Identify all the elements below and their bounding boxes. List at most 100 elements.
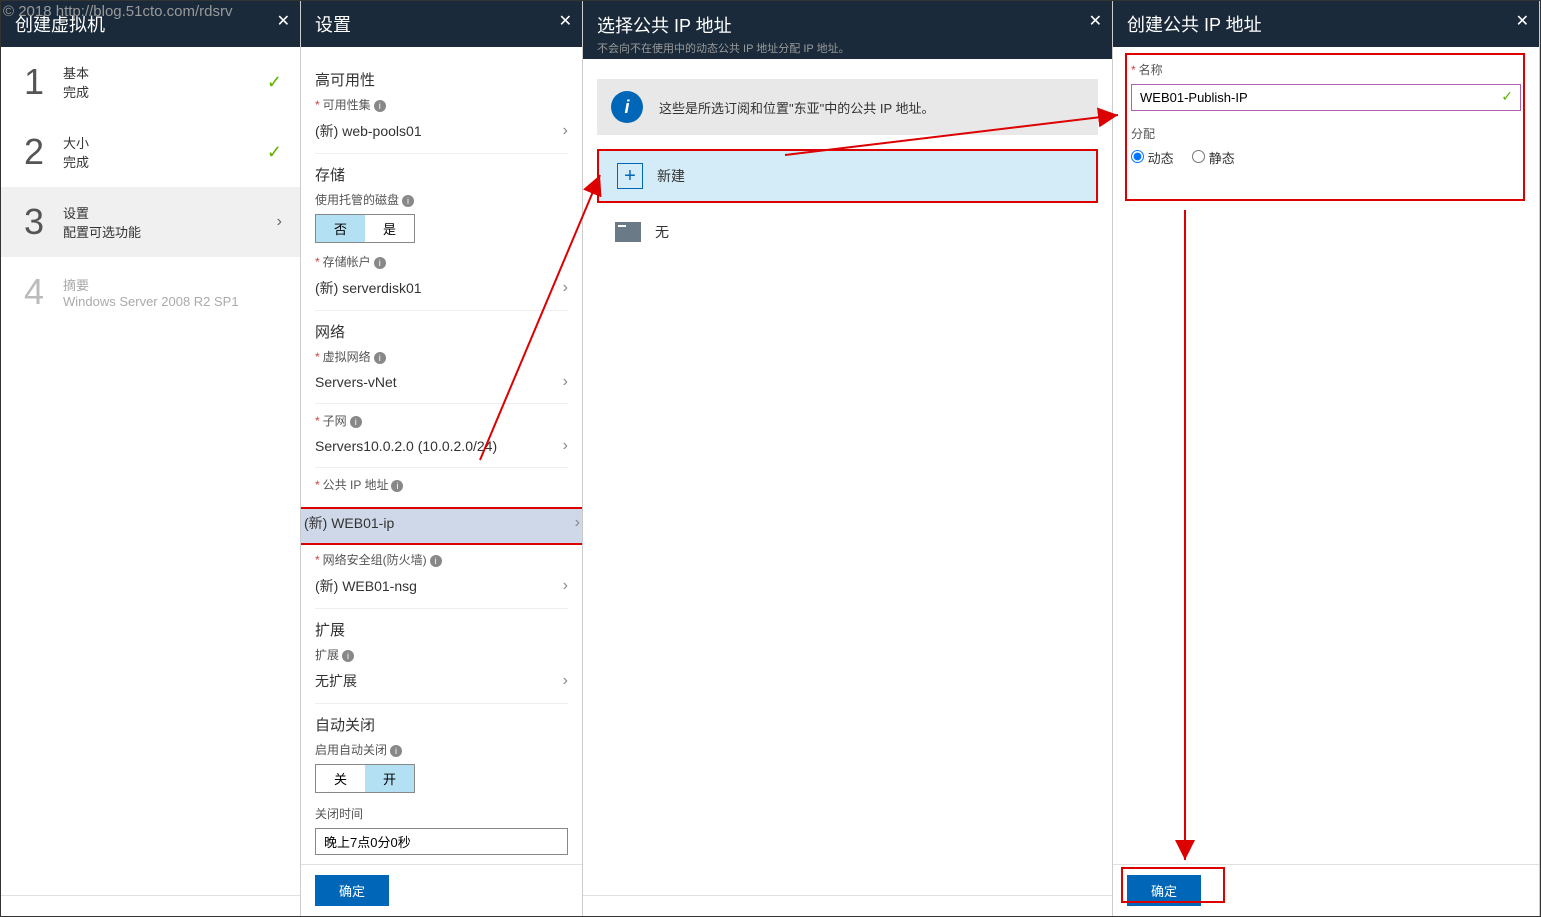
wizard-step-4: 4 摘要 Windows Server 2008 R2 SP1 bbox=[1, 257, 300, 327]
blade2-footer: 确定 bbox=[301, 864, 582, 916]
section-shutdown: 自动关闭 bbox=[315, 714, 568, 735]
label-vnet: *虚拟网络i bbox=[315, 348, 568, 365]
step-sub: 完成 bbox=[63, 82, 267, 101]
check-icon: ✓ bbox=[267, 142, 282, 163]
blade1-header: 创建虚拟机 ✕ bbox=[1, 1, 300, 47]
blade2-ok-button[interactable]: 确定 bbox=[315, 875, 389, 906]
plus-icon: + bbox=[617, 163, 643, 189]
info-icon[interactable]: i bbox=[390, 745, 402, 757]
info-banner-text: 这些是所选订阅和位置"东亚"中的公共 IP 地址。 bbox=[659, 98, 935, 117]
info-icon[interactable]: i bbox=[374, 100, 386, 112]
label-managed-disk: 使用托管的磁盘i bbox=[315, 191, 568, 208]
chevron-right-icon: › bbox=[563, 577, 568, 595]
blade2-title: 设置 bbox=[315, 11, 351, 37]
valid-check-icon: ✓ bbox=[1501, 88, 1513, 105]
section-storage: 存储 bbox=[315, 164, 568, 185]
blade3-title: 选择公共 IP 地址 bbox=[597, 12, 732, 38]
step-sub: 完成 bbox=[63, 152, 267, 171]
public-ip-value: (新) WEB01-ip bbox=[304, 513, 394, 533]
toggle-yes[interactable]: 是 bbox=[365, 215, 414, 242]
ip-option-none[interactable]: 无 bbox=[597, 207, 1098, 257]
blade2-header: 设置 ✕ bbox=[301, 1, 582, 47]
step-title: 摘要 bbox=[63, 275, 282, 294]
blade2-body: 高可用性 *可用性集i (新) web-pools01 › 存储 使用托管的磁盘… bbox=[301, 47, 582, 864]
step-sub: Windows Server 2008 R2 SP1 bbox=[63, 294, 282, 309]
section-network: 网络 bbox=[315, 321, 568, 342]
blades-container: 创建虚拟机 ✕ 1 基本 完成 ✓ 2 大小 完成 ✓ 3 bbox=[0, 0, 1541, 917]
step-num: 4 bbox=[19, 271, 49, 313]
wizard-step-1[interactable]: 1 基本 完成 ✓ bbox=[1, 47, 300, 117]
select-availset[interactable]: (新) web-pools01 › bbox=[315, 115, 568, 154]
chevron-right-icon: › bbox=[575, 514, 580, 532]
step-title: 基本 bbox=[63, 63, 267, 82]
chevron-right-icon: › bbox=[563, 122, 568, 140]
wizard-step-3[interactable]: 3 设置 配置可选功能 › bbox=[1, 187, 300, 257]
subnet-value: Servers10.0.2.0 (10.0.2.0/24) bbox=[315, 438, 497, 454]
label-enable-shutdown: 启用自动关闭i bbox=[315, 741, 568, 758]
info-icon[interactable]: i bbox=[342, 650, 354, 662]
radio-allocation: 动态 静态 bbox=[1131, 148, 1521, 168]
label-ip-name: *名称 bbox=[1131, 61, 1521, 78]
blade3-footer bbox=[583, 895, 1112, 916]
blade3-header: 选择公共 IP 地址 不会向不在使用中的动态公共 IP 地址分配 IP 地址。 … bbox=[583, 1, 1112, 59]
ip-option-new[interactable]: + 新建 bbox=[597, 149, 1098, 203]
select-nsg[interactable]: (新) WEB01-nsg › bbox=[315, 570, 568, 609]
blade-create-ip: 创建公共 IP 地址 ✕ *名称 ✓ 分配 动态 静态 确定 bbox=[1113, 1, 1540, 916]
select-vnet[interactable]: Servers-vNet › bbox=[315, 367, 568, 404]
nsg-value: (新) WEB01-nsg bbox=[315, 576, 417, 596]
label-nsg: *网络安全组(防火墙)i bbox=[315, 551, 568, 568]
input-shutdown-time[interactable] bbox=[315, 828, 568, 855]
check-icon: ✓ bbox=[267, 72, 282, 93]
select-storage-account[interactable]: (新) serverdisk01 › bbox=[315, 272, 568, 311]
info-icon[interactable]: i bbox=[374, 257, 386, 269]
blade4-title: 创建公共 IP 地址 bbox=[1127, 11, 1262, 37]
step-title: 大小 bbox=[63, 133, 267, 152]
blade1-close-icon[interactable]: ✕ bbox=[277, 11, 290, 31]
select-ext[interactable]: 无扩展 › bbox=[315, 665, 568, 704]
toggle-off[interactable]: 关 bbox=[316, 765, 365, 792]
storage-account-value: (新) serverdisk01 bbox=[315, 278, 422, 298]
toggle-on[interactable]: 开 bbox=[365, 765, 414, 792]
blade3-close-icon[interactable]: ✕ bbox=[1089, 11, 1102, 31]
select-public-ip[interactable]: (新) WEB01-ip › bbox=[301, 507, 582, 545]
blade1-body: 1 基本 完成 ✓ 2 大小 完成 ✓ 3 设置 配置可选功能 bbox=[1, 47, 300, 895]
radio-dynamic[interactable]: 动态 bbox=[1131, 151, 1174, 166]
ext-value: 无扩展 bbox=[315, 671, 357, 691]
chevron-right-icon: › bbox=[563, 279, 568, 297]
info-icon[interactable]: i bbox=[430, 555, 442, 567]
select-subnet[interactable]: Servers10.0.2.0 (10.0.2.0/24) › bbox=[315, 431, 568, 468]
vnet-value: Servers-vNet bbox=[315, 374, 397, 390]
toggle-shutdown: 关 开 bbox=[315, 764, 415, 793]
ip-new-label: 新建 bbox=[657, 166, 685, 186]
info-icon[interactable]: i bbox=[402, 195, 414, 207]
blade2-close-icon[interactable]: ✕ bbox=[559, 11, 572, 31]
label-shutdown-time: 关闭时间 bbox=[315, 805, 568, 822]
blade4-footer: 确定 bbox=[1113, 864, 1539, 916]
toggle-managed-disk: 否 是 bbox=[315, 214, 415, 243]
chevron-right-icon: › bbox=[563, 672, 568, 690]
step-num: 2 bbox=[19, 131, 49, 173]
blade4-close-icon[interactable]: ✕ bbox=[1516, 11, 1529, 31]
availset-value: (新) web-pools01 bbox=[315, 121, 422, 141]
step-num: 1 bbox=[19, 61, 49, 103]
input-ip-name[interactable] bbox=[1131, 84, 1521, 111]
step-num: 3 bbox=[19, 201, 49, 243]
info-banner: i 这些是所选订阅和位置"东亚"中的公共 IP 地址。 bbox=[597, 79, 1098, 135]
toggle-no[interactable]: 否 bbox=[316, 215, 365, 242]
blade4-ok-button[interactable]: 确定 bbox=[1127, 875, 1201, 906]
info-badge-icon: i bbox=[611, 91, 643, 123]
label-public-ip: *公共 IP 地址i bbox=[315, 476, 568, 493]
none-icon bbox=[615, 219, 641, 245]
label-allocation: 分配 bbox=[1131, 125, 1521, 142]
blade3-subtitle: 不会向不在使用中的动态公共 IP 地址分配 IP 地址。 bbox=[597, 40, 850, 56]
ip-none-label: 无 bbox=[655, 222, 669, 242]
step-sub: 配置可选功能 bbox=[63, 222, 277, 241]
info-icon[interactable]: i bbox=[350, 416, 362, 428]
radio-static[interactable]: 静态 bbox=[1192, 151, 1235, 166]
info-icon[interactable]: i bbox=[391, 480, 403, 492]
blade1-footer bbox=[1, 895, 300, 916]
info-icon[interactable]: i bbox=[374, 352, 386, 364]
label-storage-account: *存储帐户i bbox=[315, 253, 568, 270]
chevron-right-icon: › bbox=[563, 437, 568, 455]
wizard-step-2[interactable]: 2 大小 完成 ✓ bbox=[1, 117, 300, 187]
